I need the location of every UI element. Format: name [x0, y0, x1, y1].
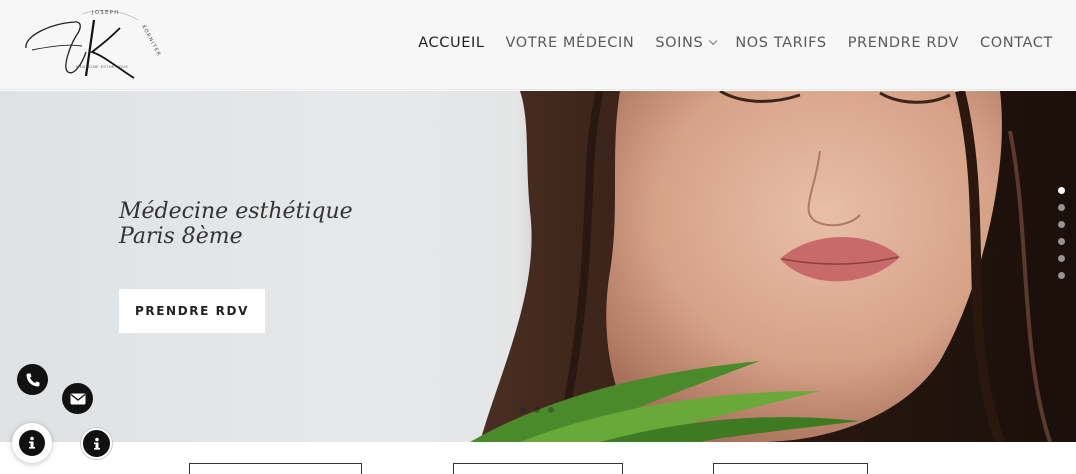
hero-title-line1: Médecine esthétique	[119, 199, 353, 224]
phone-icon	[26, 373, 39, 386]
hero-title-line2: Paris 8ème	[119, 224, 243, 249]
service-card-1[interactable]	[189, 463, 362, 474]
slide-bottom-dot-1[interactable]	[520, 407, 526, 413]
nav-item-contact[interactable]: CONTACT	[980, 35, 1053, 51]
logo-signature-icon: JOSEPH KORNITER MÉDECINE ESTHÉTIQUE	[25, 10, 162, 79]
info-button[interactable]	[81, 428, 112, 459]
slide-dot-4[interactable]	[1058, 238, 1065, 245]
slide-dot-3[interactable]	[1058, 221, 1065, 228]
hero-title: Médecine esthétique Paris 8ème	[119, 199, 419, 249]
svg-text:JOSEPH: JOSEPH	[91, 10, 120, 16]
nav-item-votre-medecin[interactable]: VOTRE MÉDECIN	[506, 35, 635, 51]
service-card-3[interactable]	[713, 463, 868, 474]
hero-slider: Médecine esthétique Paris 8ème PRENDRE R…	[0, 91, 1076, 442]
nav-item-prendre-rdv[interactable]: PRENDRE RDV	[848, 35, 959, 51]
logo[interactable]: JOSEPH KORNITER MÉDECINE ESTHÉTIQUE	[22, 6, 162, 84]
slide-dot-1[interactable]	[1058, 187, 1065, 194]
chevron-down-icon	[709, 36, 718, 46]
nav-item-soins[interactable]: SOINS	[655, 35, 718, 51]
slide-dot-6[interactable]	[1058, 272, 1065, 279]
nav-item-accueil[interactable]: ACCUEIL	[418, 35, 484, 51]
nav-item-nos-tarifs[interactable]: NOS TARIFS	[735, 35, 826, 51]
prendre-rdv-button[interactable]: PRENDRE RDV	[119, 289, 265, 333]
slider-side-dots	[1058, 187, 1065, 279]
hero-woman-image	[470, 91, 1076, 442]
info-icon-circle	[19, 430, 45, 456]
nav-label: PRENDRE RDV	[847, 35, 960, 51]
phone-button[interactable]	[17, 364, 48, 395]
slide-bottom-dot-3[interactable]	[548, 407, 554, 413]
slide-dot-2[interactable]	[1058, 204, 1065, 211]
accessibility-info-button[interactable]	[12, 423, 52, 463]
nav-label: ACCUEIL	[418, 35, 485, 51]
info-icon	[93, 437, 100, 450]
nav-label: SOINS	[655, 35, 704, 51]
nav-label: CONTACT	[980, 35, 1053, 51]
nav-label: VOTRE MÉDECIN	[505, 35, 635, 51]
slide-bottom-dot-2[interactable]	[534, 407, 540, 413]
slider-bottom-dots	[520, 407, 554, 413]
site-header: JOSEPH KORNITER MÉDECINE ESTHÉTIQUE ACCU…	[0, 0, 1076, 90]
svg-text:KORNITER: KORNITER	[140, 24, 162, 58]
nav-label: NOS TARIFS	[735, 35, 827, 51]
service-card-2[interactable]	[453, 463, 623, 474]
email-button[interactable]	[62, 383, 93, 414]
slide-dot-5[interactable]	[1058, 255, 1065, 262]
svg-text:MÉDECINE ESTHÉTIQUE: MÉDECINE ESTHÉTIQUE	[76, 64, 129, 69]
info-icon	[29, 436, 35, 449]
envelope-icon	[70, 393, 85, 404]
main-nav: ACCUEIL VOTRE MÉDECIN SOINS NOS TARIFS P…	[397, 35, 1053, 51]
